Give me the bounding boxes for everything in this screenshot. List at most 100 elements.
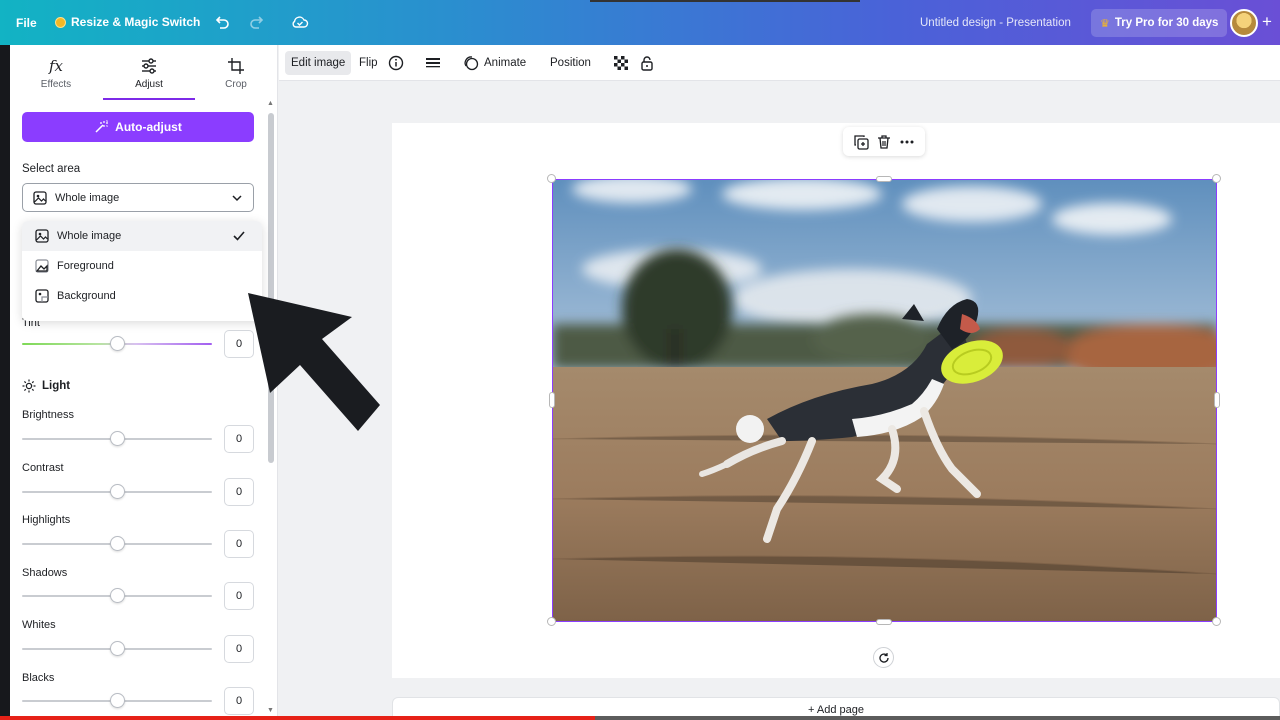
avatar[interactable] [1230, 9, 1258, 37]
video-progress-fill [0, 716, 596, 720]
foreground-icon [35, 259, 49, 273]
contrast-slider[interactable] [22, 484, 212, 499]
tab-adjust[interactable]: Adjust [109, 55, 189, 90]
sun-icon [22, 379, 36, 393]
cloud-check-icon [292, 16, 309, 28]
save-status-button[interactable] [290, 12, 310, 32]
transparency-button[interactable] [613, 51, 629, 75]
element-quick-actions [843, 127, 925, 156]
edit-image-button[interactable]: Edit image [285, 51, 352, 75]
resize-handle[interactable] [547, 617, 556, 626]
tab-label: Adjust [135, 79, 163, 90]
resize-handle[interactable] [876, 619, 892, 625]
resize-handle[interactable] [549, 392, 555, 408]
panel-tabs: fx Effects Adjust Crop [10, 45, 277, 103]
scroll-down-icon[interactable]: ▼ [267, 707, 274, 714]
blacks-value[interactable]: 0 [224, 687, 254, 715]
animate-button[interactable]: Animate [463, 51, 526, 75]
design-title[interactable]: Untitled design - Presentation [920, 17, 1071, 29]
resize-handle[interactable] [547, 174, 556, 183]
resize-handle[interactable] [1214, 392, 1220, 408]
trash-icon[interactable] [876, 134, 892, 150]
top-divider [590, 0, 860, 2]
duplicate-icon[interactable] [853, 134, 869, 150]
rotate-icon [878, 652, 889, 663]
menu-item-label: Foreground [57, 260, 114, 272]
file-menu[interactable]: File [16, 16, 37, 30]
checkmark-icon [233, 231, 245, 241]
fx-icon: fx [48, 57, 63, 75]
shadows-value[interactable]: 0 [224, 582, 254, 610]
context-toolbar: Edit image Flip Animate Position [279, 45, 1280, 81]
border-style-button[interactable] [425, 51, 441, 75]
auto-adjust-label: Auto-adjust [115, 120, 182, 134]
left-strip [0, 45, 10, 720]
try-pro-label: Try Pro for 30 days [1114, 17, 1219, 29]
highlights-slider[interactable] [22, 536, 212, 551]
try-pro-button[interactable]: ♛ Try Pro for 30 days [1091, 9, 1228, 37]
tab-crop[interactable]: Crop [196, 55, 276, 90]
animate-icon [464, 56, 479, 71]
info-button[interactable] [388, 51, 404, 75]
crop-icon [228, 58, 244, 74]
menu-item-foreground[interactable]: Foreground [22, 251, 262, 281]
whites-label: Whites [22, 619, 56, 631]
rotate-button[interactable] [873, 647, 894, 668]
blacks-slider[interactable] [22, 693, 212, 708]
slider-knob[interactable] [110, 336, 125, 351]
resize-handle[interactable] [1212, 174, 1221, 183]
auto-adjust-button[interactable]: Auto-adjust [22, 112, 254, 142]
resize-label: Resize & Magic Switch [71, 15, 201, 29]
slider-knob[interactable] [110, 536, 125, 551]
highlights-value[interactable]: 0 [224, 530, 254, 558]
info-icon [388, 55, 404, 71]
active-tab-indicator [103, 98, 195, 100]
resize-handle[interactable] [876, 176, 892, 182]
lock-icon [641, 56, 653, 71]
plus-icon[interactable]: + [1262, 12, 1272, 32]
slider-knob[interactable] [110, 484, 125, 499]
crown-icon: ♛ [1100, 17, 1110, 30]
light-section-header: Light [22, 379, 70, 393]
blacks-label: Blacks [22, 672, 55, 684]
slider-knob[interactable] [110, 431, 125, 446]
scroll-up-icon[interactable]: ▲ [267, 100, 274, 107]
more-icon[interactable] [899, 134, 915, 150]
slider-knob[interactable] [110, 641, 125, 656]
resize-magic-switch-button[interactable]: Resize & Magic Switch [55, 15, 200, 29]
tab-label: Crop [225, 79, 247, 90]
brightness-slider[interactable] [22, 431, 212, 446]
whites-value[interactable]: 0 [224, 635, 254, 663]
resize-handle[interactable] [1212, 617, 1221, 626]
dog-photo[interactable] [552, 179, 1217, 622]
lock-button[interactable] [639, 51, 655, 75]
image-icon [33, 190, 47, 205]
magic-wand-icon [95, 120, 109, 133]
background-icon [35, 289, 49, 303]
undo-button[interactable] [212, 12, 232, 32]
tint-slider[interactable] [22, 336, 212, 351]
flip-button[interactable]: Flip [359, 51, 378, 75]
position-button[interactable]: Position [550, 51, 591, 75]
redo-button[interactable] [247, 12, 267, 32]
slider-knob[interactable] [110, 588, 125, 603]
whites-slider[interactable] [22, 641, 212, 656]
shadows-label: Shadows [22, 567, 68, 579]
menu-item-background[interactable]: Background [22, 281, 262, 311]
tab-effects[interactable]: fx Effects [16, 55, 96, 90]
shadows-slider[interactable] [22, 588, 212, 603]
menu-item-whole-image[interactable]: Whole image [22, 221, 262, 251]
brightness-label: Brightness [22, 409, 74, 421]
pointer-arrow-icon [248, 293, 380, 431]
slider-knob[interactable] [110, 693, 125, 708]
light-label: Light [42, 380, 71, 392]
redo-icon [250, 16, 264, 29]
top-header: File Resize & Magic Switch Untitled desi… [0, 0, 1280, 45]
select-area-dropdown[interactable]: Whole image [22, 183, 254, 212]
sliders-icon [142, 58, 156, 74]
crown-icon [55, 16, 66, 28]
menu-item-label: Whole image [57, 230, 122, 242]
contrast-value[interactable]: 0 [224, 478, 254, 506]
animate-label: Animate [484, 57, 527, 69]
transparency-icon [614, 56, 628, 70]
